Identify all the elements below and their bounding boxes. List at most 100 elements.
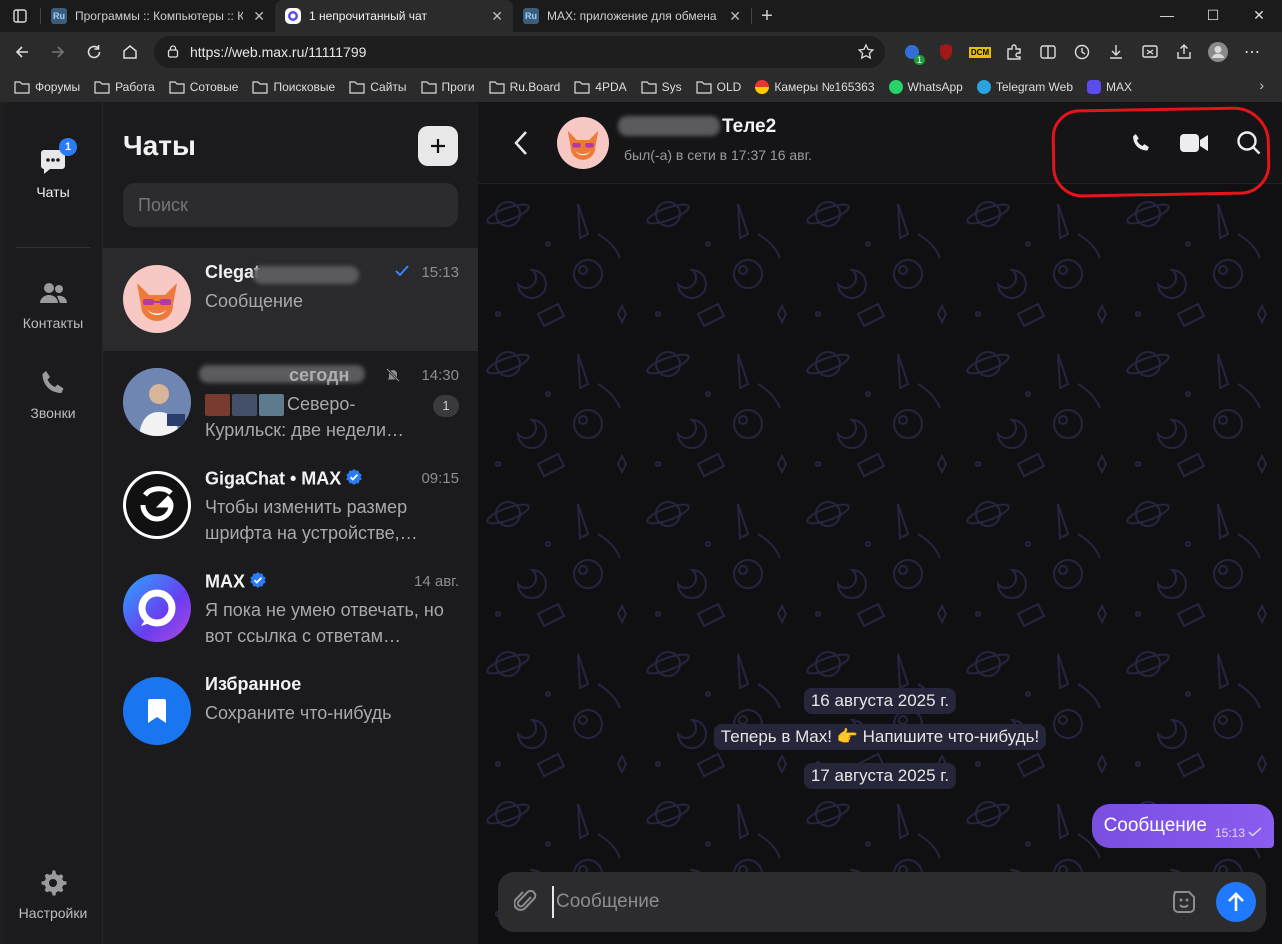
folder-icon [574,81,590,94]
chat-list-item[interactable]: сегодн 14:30 Северо-Курильск: две недели… [103,351,479,454]
contact-avatar[interactable] [557,117,609,169]
browser-extensions: 1 DCM ⋯ [895,32,1269,72]
search-input[interactable] [123,183,458,227]
rail-item-settings[interactable]: Настройки [4,867,102,921]
ublock-icon[interactable] [929,35,963,69]
bookmark-folder[interactable]: Sys [641,80,682,94]
rail-item-calls[interactable]: Звонки [4,367,102,421]
new-tab-button[interactable]: + [752,5,782,28]
bookmark-link[interactable]: Telegram Web [976,80,1073,94]
maximize-icon[interactable]: ☐ [1190,0,1236,32]
close-tab-icon[interactable]: ✕ [729,8,741,25]
bookmarks-overflow-icon[interactable]: › [1259,77,1264,93]
browser-menu-icon[interactable]: ⋯ [1235,35,1269,69]
plus-icon [431,139,445,153]
ru-board-favicon-icon: Ru [51,8,67,24]
chat-list-item[interactable]: Clegat 15:13 Сообщение [103,248,479,351]
minimize-icon[interactable]: — [1144,0,1190,32]
chat-name: MAX [205,571,267,594]
split-screen-icon[interactable] [1031,35,1065,69]
bookmark-link[interactable]: Камеры №165363 [755,80,875,94]
video-call-button[interactable] [1179,128,1209,158]
chat-list-item[interactable]: GigaChat • MAX 09:15 Чтобы изменить разм… [103,454,479,557]
close-window-icon[interactable]: ✕ [1236,0,1282,32]
rail-item-contacts[interactable]: Контакты [4,277,102,331]
lock-icon[interactable] [166,44,180,61]
avatar [123,471,191,539]
dcm-extension-icon[interactable]: DCM [963,35,997,69]
new-chat-button[interactable] [418,126,458,166]
forward-icon[interactable] [40,34,76,70]
tab-actions-icon[interactable] [0,0,40,32]
bookmark-icon [148,699,166,723]
home-icon[interactable] [112,34,148,70]
folder-icon [169,81,185,94]
send-button[interactable] [1216,882,1256,922]
extension-globe-icon[interactable]: 1 [895,35,929,69]
search-chat-button[interactable] [1234,128,1264,158]
close-tab-icon[interactable]: ✕ [253,8,265,25]
browser-tab[interactable]: Ru Программы :: Компьютеры :: Ко ✕ [41,0,275,32]
person-photo-icon [123,368,191,436]
bookmark-folder[interactable]: Работа [94,80,155,94]
downloads-icon[interactable] [1099,35,1133,69]
message-time: 15:13 [1214,826,1245,840]
chat-bubble-icon: 1 [37,138,77,178]
ru-board-favicon-icon: Ru [523,8,539,24]
close-tab-icon[interactable]: ✕ [491,8,503,25]
voice-call-button[interactable] [1126,128,1156,158]
attach-paperclip-icon[interactable] [513,888,538,921]
bookmark-folder[interactable]: Проги [420,80,475,94]
message-input[interactable] [552,886,1152,918]
extension-badge: 1 [913,55,925,65]
extensions-puzzle-icon[interactable] [997,35,1031,69]
history-icon[interactable] [1065,35,1099,69]
outgoing-message[interactable]: Сообщение 15:13 [1091,804,1274,848]
max-icon [1087,80,1102,94]
tab-title: Программы :: Компьютеры :: Ко [75,9,244,23]
chat-list-item[interactable]: MAX 14 авг. Я пока не умею отвечать, но … [103,557,479,660]
bookmark-folder[interactable]: Ru.Board [488,80,560,94]
sticker-icon[interactable] [1170,888,1198,921]
browser-tab-active[interactable]: 1 непрочитанный чат ✕ [275,0,513,32]
thumbnail-image [205,394,230,416]
max-app: 1 Чаты Контакты Звонки Настройки Чаты По… [4,102,1282,944]
bookmark-folder[interactable]: OLD [696,80,741,94]
screenshot-icon[interactable] [1133,35,1167,69]
share-icon[interactable] [1167,35,1201,69]
arrow-up-icon [1228,892,1244,911]
camera-site-icon [755,80,770,94]
bookmark-folder[interactable]: Сотовые [169,80,238,94]
avatar [123,265,191,333]
bookmark-folder[interactable]: 4PDA [574,80,627,94]
back-chevron-icon[interactable] [510,128,532,163]
chat-name: GigaChat • MAX [205,468,363,491]
browser-tab[interactable]: Ru MAX: приложение для обмена с ✕ [513,0,751,32]
unread-count-badge: 1 [433,395,459,417]
verified-badge-icon [249,571,267,594]
chat-name: Clegat [205,262,261,282]
bookmark-folder[interactable]: Форумы [14,80,80,94]
folder-icon [349,81,365,94]
favorite-star-icon[interactable] [857,43,875,64]
chat-time: 09:15 [421,470,459,487]
chat-preview: Сообщение [205,291,303,311]
bookmark-link[interactable]: WhatsApp [888,80,963,94]
gigachat-logo-icon [126,474,188,536]
phone-icon [1133,134,1149,151]
bookmark-folder[interactable]: Сайты [349,80,407,94]
rail-item-chats[interactable]: 1 Чаты [4,138,102,200]
max-logo-icon [138,589,176,627]
profile-avatar[interactable] [1201,35,1235,69]
contact-name[interactable]: Теле2 [722,116,776,138]
chat-preview: Чтобы изменить размер шрифта на устройст… [205,497,418,543]
bookmark-folder[interactable]: Поисковые [252,80,335,94]
fox-avatar-icon [137,283,177,321]
folder-icon [641,81,657,94]
reload-icon[interactable] [76,34,112,70]
address-bar[interactable]: https://web.max.ru/11111799 [154,36,885,68]
thumbnail-image [232,394,257,416]
chat-list-item[interactable]: Избранное Сохраните что-нибудь [103,660,479,763]
bookmark-link[interactable]: MAX [1087,80,1132,94]
back-icon[interactable] [4,34,40,70]
